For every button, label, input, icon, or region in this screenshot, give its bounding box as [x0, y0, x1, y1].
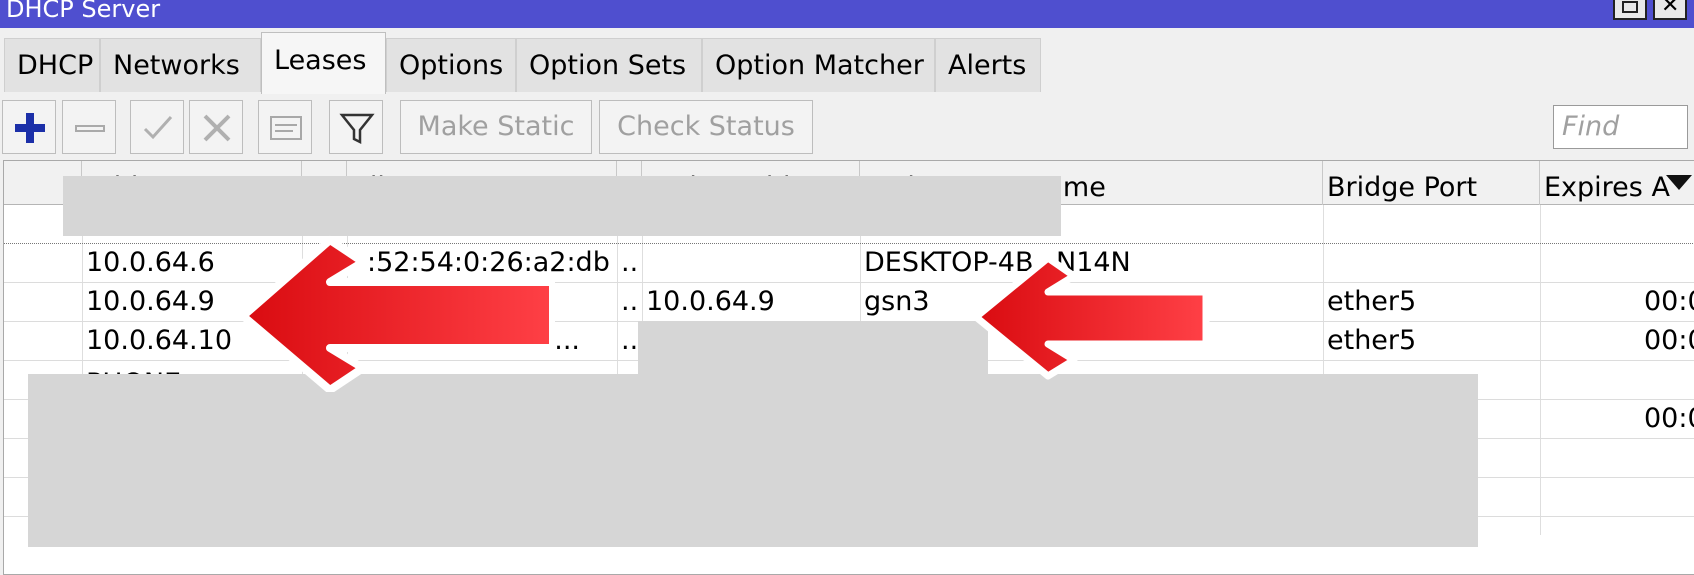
tab-options[interactable]: Options [386, 38, 516, 92]
tab-label: Alerts [948, 50, 1027, 81]
comment-icon [270, 116, 302, 140]
toolbar: Make Static Check Status Find [0, 94, 1694, 160]
enable-button[interactable] [130, 100, 184, 154]
tab-bar: DHCP Networks Leases Options Option Sets… [0, 28, 1694, 94]
tab-dhcp[interactable]: DHCP [4, 38, 100, 92]
make-static-button[interactable]: Make Static [400, 100, 592, 154]
remove-button[interactable] [62, 100, 116, 154]
disable-icon [203, 114, 231, 142]
tab-alerts[interactable]: Alerts [935, 38, 1041, 92]
close-icon[interactable]: ✕ [1653, 0, 1687, 20]
enable-icon [143, 115, 173, 140]
title-bar: DHCP Server ✕ [0, 0, 1694, 28]
close-glyph: ✕ [1661, 0, 1680, 18]
disable-button[interactable] [189, 100, 243, 154]
window-title: DHCP Server [6, 0, 161, 23]
tab-label: Options [399, 50, 504, 81]
tab-label: Option Matcher [715, 50, 924, 81]
tab-label: Leases [274, 45, 367, 76]
column-menu-arrow-icon[interactable] [1666, 175, 1692, 190]
add-icon [15, 113, 45, 143]
find-input[interactable]: Find [1553, 105, 1688, 149]
tab-option-matcher[interactable]: Option Matcher [702, 38, 935, 92]
redaction-block [638, 321, 988, 376]
cell-expires: 00:0 [1644, 325, 1694, 356]
add-button[interactable] [2, 100, 56, 154]
red-arrow-icon [239, 236, 555, 392]
red-arrow-icon [972, 254, 1210, 380]
redaction-block [63, 176, 1061, 236]
filter-button[interactable] [329, 100, 383, 154]
remove-icon [75, 125, 105, 132]
tab-label: DHCP [17, 50, 94, 81]
cell-bridge-port: ether5 [1327, 325, 1417, 356]
cell-bridge-port: ether5 [1327, 286, 1417, 317]
tab-networks[interactable]: Networks [100, 38, 261, 92]
redaction-block [28, 374, 1478, 547]
cell-active-address: 10.0.64.9 [646, 286, 775, 317]
tab-label: Option Sets [529, 50, 687, 81]
cell-expires: 00:0 [1644, 403, 1694, 434]
comment-button[interactable] [258, 100, 312, 154]
tab-label: Networks [113, 50, 240, 81]
filter-icon [339, 113, 375, 145]
check-status-button[interactable]: Check Status [599, 100, 813, 154]
cell-dots: .. [621, 286, 639, 317]
cell-dots: .. [621, 247, 639, 278]
tab-leases[interactable]: Leases [261, 32, 386, 94]
column-bridge-port[interactable]: Bridge Port [1323, 161, 1540, 205]
cell-expires: 00:0 [1644, 286, 1694, 317]
maximize-icon[interactable] [1613, 0, 1647, 20]
tab-option-sets[interactable]: Option Sets [516, 38, 702, 92]
